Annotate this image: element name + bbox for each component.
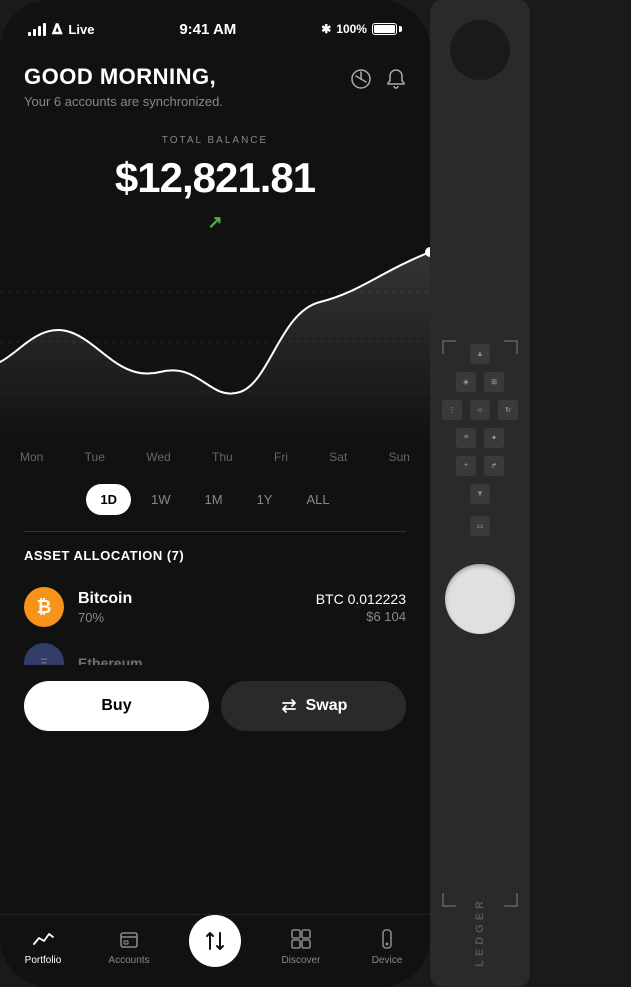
nav-transfer-center[interactable] xyxy=(172,925,258,967)
swap-button[interactable]: Swap xyxy=(221,681,406,731)
asset-allocation-section: ASSET ALLOCATION (7) ₿ Bitcoin 70% BTC 0… xyxy=(0,548,430,665)
time-filter-1y[interactable]: 1Y xyxy=(243,484,287,515)
swap-label: Swap xyxy=(306,697,348,715)
header-icons xyxy=(350,68,406,90)
battery-percent: 100% xyxy=(336,22,367,36)
day-sun: Sun xyxy=(389,450,410,464)
nav-accounts[interactable]: Accounts xyxy=(86,927,172,966)
ledger-controls: ▲ ◈ ⊞ ⋮ ⊹ ↻ ≡ ✦ + ↱ ▼ ▭ xyxy=(430,80,530,897)
battery-icon xyxy=(372,23,402,35)
ledger-device: ▲ ◈ ⊞ ⋮ ⊹ ↻ ≡ ✦ + ↱ ▼ ▭ xyxy=(430,0,530,987)
day-thu: Thu xyxy=(212,450,233,464)
greeting-text: GOOD MORNING, xyxy=(24,64,223,90)
ledger-icon-2: ⊞ xyxy=(484,372,504,392)
section-divider xyxy=(24,531,406,532)
time-label: 9:41 AM xyxy=(179,21,236,38)
ledger-down-btn[interactable]: ▼ xyxy=(470,484,490,504)
balance-trend: ↗ xyxy=(24,210,406,234)
time-filter-1d[interactable]: 1D xyxy=(86,484,131,515)
ledger-icon-5: ↻ xyxy=(498,400,518,420)
status-right: ✱ 100% xyxy=(321,22,402,36)
ledger-brand-text: LEDGER xyxy=(474,897,486,967)
day-sat: Sat xyxy=(329,450,347,464)
ledger-icon-10: ▭ xyxy=(470,516,490,536)
chart-section xyxy=(0,242,430,442)
bitcoin-icon: ₿ xyxy=(24,587,64,627)
time-filter-bar: 1D 1W 1M 1Y ALL xyxy=(0,472,430,527)
bitcoin-percent: 70% xyxy=(78,610,132,625)
device-label: Device xyxy=(372,955,403,966)
ledger-icon-4: ⊹ xyxy=(470,400,490,420)
transfer-icon xyxy=(203,929,227,953)
status-bar: 𝚫 Live 9:41 AM ✱ 100% xyxy=(0,0,430,44)
ledger-bracket-br xyxy=(504,893,518,907)
balance-label: TOTAL BALANCE xyxy=(24,135,406,146)
ledger-top-circle xyxy=(450,20,510,80)
phone-container: 𝚫 Live 9:41 AM ✱ 100% GOOD MORNING, Your… xyxy=(0,0,430,987)
asset-item-eth-partial: Ξ Ethereum xyxy=(24,635,406,665)
bitcoin-amount: BTC 0.012223 xyxy=(316,591,406,607)
buy-button[interactable]: Buy xyxy=(24,681,209,731)
accounts-label: Accounts xyxy=(108,955,149,966)
bell-icon[interactable] xyxy=(386,68,406,90)
action-buttons: Buy Swap xyxy=(0,665,430,747)
ledger-icon-7: ✦ xyxy=(484,428,504,448)
portfolio-label: Portfolio xyxy=(25,955,62,966)
balance-chart xyxy=(0,242,430,442)
ledger-icon-6: ≡ xyxy=(456,428,476,448)
chart-day-labels: Mon Tue Wed Thu Fri Sat Sun xyxy=(0,442,430,472)
nav-device[interactable]: Device xyxy=(344,927,430,966)
balance-amount: $12,821.81 xyxy=(24,154,406,202)
ledger-bracket-tr xyxy=(504,340,518,354)
day-wed: Wed xyxy=(146,450,170,464)
transfer-button[interactable] xyxy=(189,915,241,967)
greeting-block: GOOD MORNING, Your 6 accounts are synchr… xyxy=(24,64,223,109)
trend-arrow-icon: ↗ xyxy=(203,210,227,234)
balance-section: TOTAL BALANCE $12,821.81 ↗ xyxy=(0,119,430,242)
chart-icon[interactable] xyxy=(350,68,372,90)
bitcoin-value: $6 104 xyxy=(316,609,406,624)
carrier-label: Live xyxy=(68,22,94,37)
ledger-icon-3: ⋮ xyxy=(442,400,462,420)
ledger-icon-8: + xyxy=(456,456,476,476)
ledger-bracket-tl xyxy=(442,340,456,354)
main-content: GOOD MORNING, Your 6 accounts are synchr… xyxy=(0,44,430,914)
ledger-bracket-bl xyxy=(442,893,456,907)
time-filter-1w[interactable]: 1W xyxy=(137,484,185,515)
time-filter-all[interactable]: ALL xyxy=(292,484,343,515)
ledger-icon-1: ◈ xyxy=(456,372,476,392)
bitcoin-name: Bitcoin xyxy=(78,590,132,608)
day-fri: Fri xyxy=(274,450,288,464)
ledger-up-btn[interactable]: ▲ xyxy=(470,344,490,364)
asset-info-bitcoin: Bitcoin 70% xyxy=(78,590,132,625)
status-left: 𝚫 Live xyxy=(28,21,94,38)
asset-allocation-title: ASSET ALLOCATION (7) xyxy=(24,548,406,563)
ledger-main-button[interactable] xyxy=(445,564,515,634)
time-filter-1m[interactable]: 1M xyxy=(191,484,237,515)
portfolio-icon xyxy=(31,927,55,951)
asset-item-bitcoin[interactable]: ₿ Bitcoin 70% BTC 0.012223 $6 104 xyxy=(24,579,406,635)
nav-discover[interactable]: Discover xyxy=(258,927,344,966)
accounts-icon xyxy=(117,927,141,951)
day-mon: Mon xyxy=(20,450,43,464)
subtitle-text: Your 6 accounts are synchronized. xyxy=(24,94,223,109)
nav-portfolio[interactable]: Portfolio xyxy=(0,927,86,966)
asset-left-bitcoin: ₿ Bitcoin 70% xyxy=(24,587,132,627)
bluetooth-icon: ✱ xyxy=(321,22,331,36)
day-tue: Tue xyxy=(85,450,105,464)
signal-icon xyxy=(28,23,46,36)
ledger-icon-9: ↱ xyxy=(484,456,504,476)
bottom-navigation: Portfolio Accounts xyxy=(0,914,430,987)
discover-icon xyxy=(289,927,313,951)
header-section: GOOD MORNING, Your 6 accounts are synchr… xyxy=(0,44,430,119)
wifi-icon: 𝚫 xyxy=(52,21,62,38)
device-icon xyxy=(375,927,399,951)
asset-right-bitcoin: BTC 0.012223 $6 104 xyxy=(316,591,406,624)
discover-label: Discover xyxy=(282,955,321,966)
swap-icon xyxy=(280,697,298,715)
